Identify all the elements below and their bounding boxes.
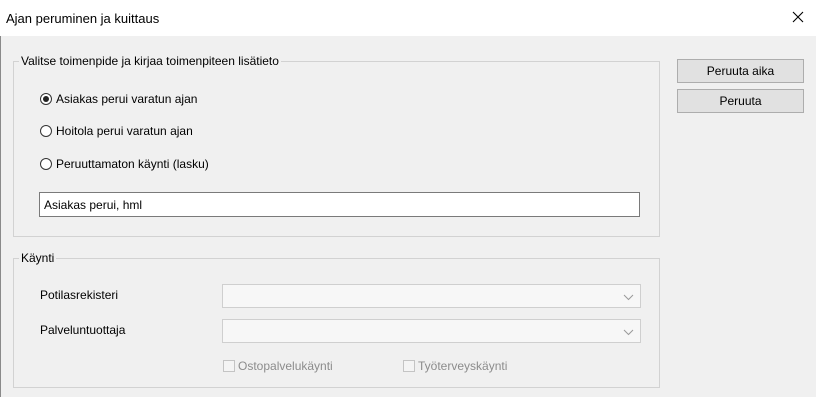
cancel-button[interactable]: Peruuta (677, 89, 804, 113)
occupational-visit-checkbox[interactable]: Työterveyskäynti (403, 359, 507, 373)
outsourced-label: Ostopalvelukäynti (238, 359, 333, 373)
radio-customer-cancelled[interactable]: Asiakas perui varatun ajan (40, 92, 197, 106)
window-title: Ajan peruminen ja kuittaus (6, 11, 160, 26)
radio-label: Hoitola perui varatun ajan (56, 124, 193, 138)
visit-group-legend: Käynti (21, 251, 55, 265)
patient-register-dropdown[interactable] (222, 284, 641, 308)
close-button[interactable] (780, 0, 816, 36)
title-bar: Ajan peruminen ja kuittaus (0, 0, 816, 36)
chevron-down-icon (623, 326, 634, 336)
window-border (0, 36, 1, 397)
occupational-label: Työterveyskäynti (418, 359, 508, 373)
radio-label: Peruuttamaton käynti (lasku) (56, 157, 209, 171)
radio-button[interactable] (40, 158, 52, 170)
patient-register-label: Potilasrekisteri (40, 288, 119, 302)
chevron-down-icon (623, 291, 634, 301)
cancel-appointment-button[interactable]: Peruuta aika (677, 59, 804, 83)
radio-clinic-cancelled[interactable]: Hoitola perui varatun ajan (40, 124, 193, 138)
radio-button[interactable] (40, 125, 52, 137)
radio-label: Asiakas perui varatun ajan (56, 92, 198, 106)
provider-dropdown[interactable] (222, 319, 641, 343)
action-group-legend: Valitse toimenpide ja kirjaa toimenpitee… (21, 54, 279, 68)
radio-no-show-invoice[interactable]: Peruuttamaton käynti (lasku) (40, 157, 209, 171)
note-input[interactable] (39, 192, 640, 217)
outsourced-visit-checkbox[interactable]: Ostopalvelukäynti (223, 359, 333, 373)
provider-label: Palveluntuottaja (40, 323, 126, 337)
checkbox-box[interactable] (403, 360, 415, 372)
checkbox-box[interactable] (223, 360, 235, 372)
close-icon (792, 11, 804, 26)
radio-button-selected[interactable] (40, 93, 52, 105)
